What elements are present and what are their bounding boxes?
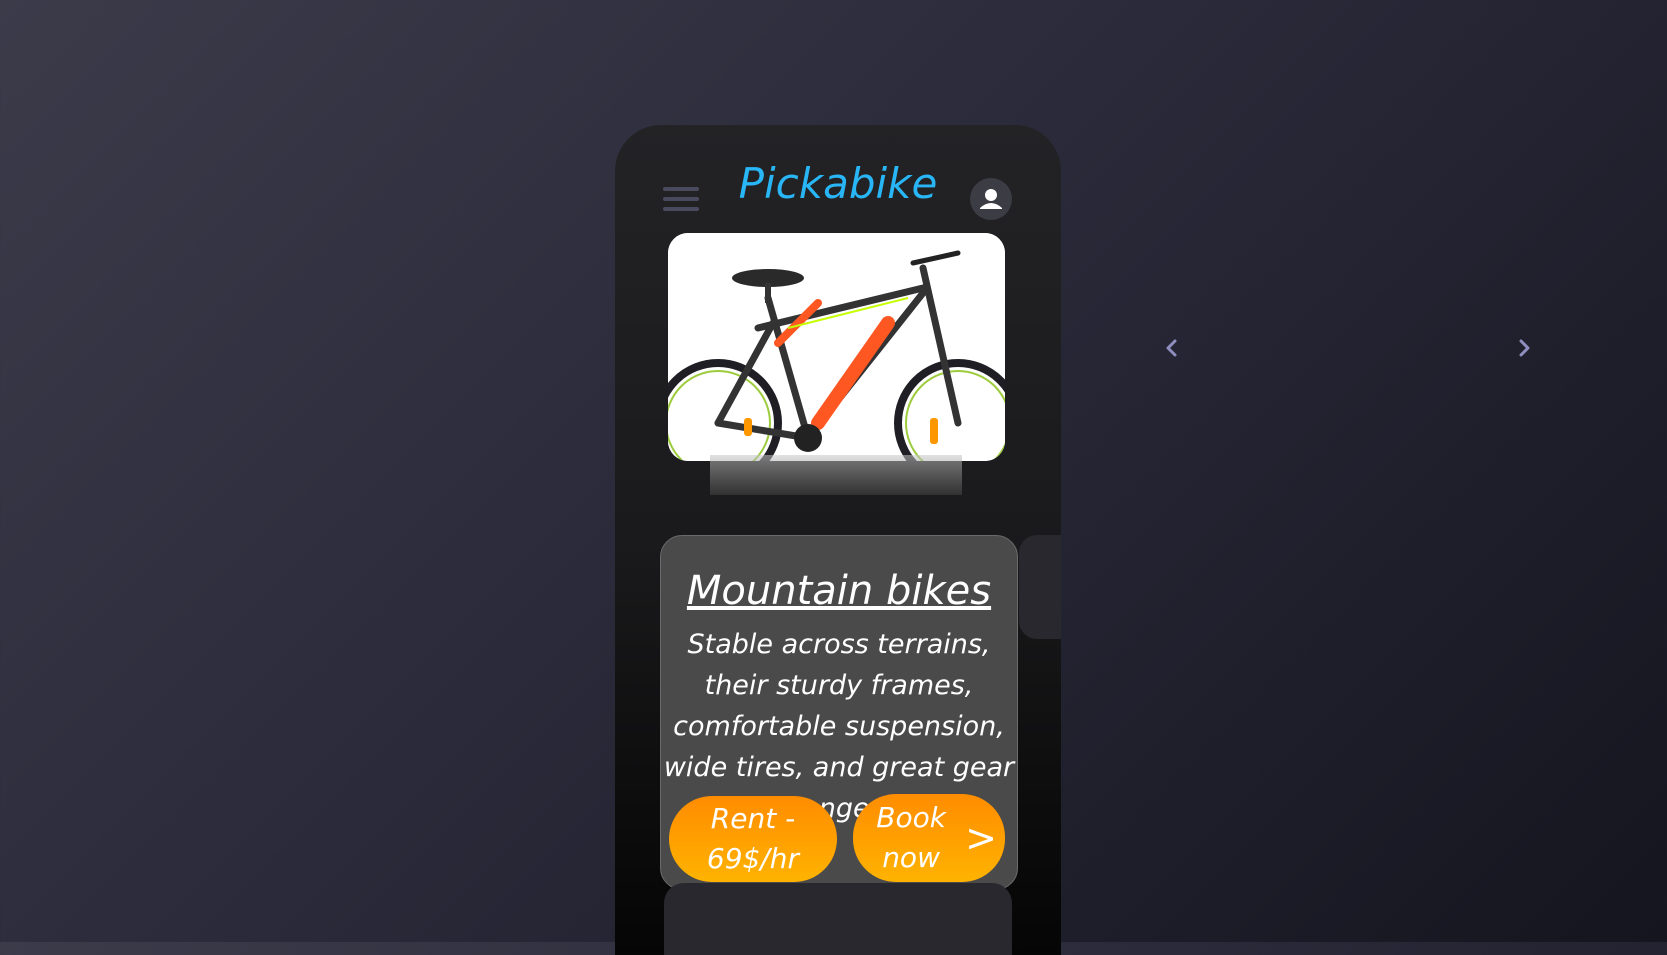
next-category-card-peek[interactable]: [1019, 535, 1061, 639]
card-title: Mountain bikes: [686, 568, 992, 614]
mountain-bike-image: [668, 233, 1005, 461]
user-avatar-icon[interactable]: [970, 178, 1012, 220]
rent-button[interactable]: Rent - 69$/hr: [669, 796, 837, 882]
phone-frame: Pickabike Mountain bikes Stable across t…: [615, 125, 1061, 955]
chevron-left-icon[interactable]: [1160, 336, 1184, 360]
image-reflection: [710, 455, 962, 495]
chevron-right-icon: >: [965, 816, 997, 860]
book-now-button[interactable]: Book now >: [853, 794, 1005, 882]
lower-card-peek: [664, 883, 1012, 955]
bike-category-card[interactable]: Mountain bikes Stable across terrains, t…: [660, 535, 1018, 890]
chevron-right-icon[interactable]: [1512, 336, 1536, 360]
book-now-label: Book now: [876, 801, 946, 874]
rent-button-label: Rent - 69$/hr: [706, 802, 800, 875]
